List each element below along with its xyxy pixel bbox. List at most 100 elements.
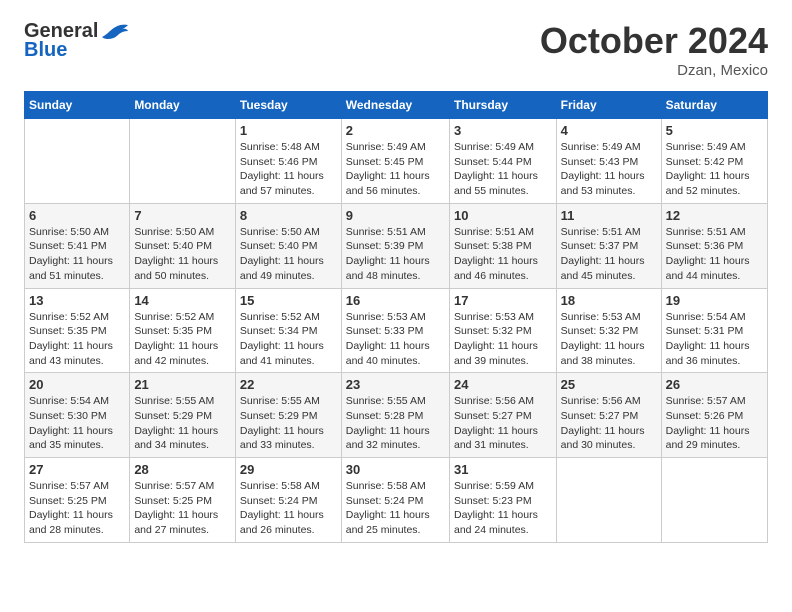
day-number: 9	[346, 208, 445, 223]
day-number: 30	[346, 462, 445, 477]
day-info: Sunrise: 5:53 AMSunset: 5:32 PMDaylight:…	[561, 310, 657, 369]
table-row: 25Sunrise: 5:56 AMSunset: 5:27 PMDayligh…	[556, 373, 661, 458]
day-info: Sunrise: 5:51 AMSunset: 5:39 PMDaylight:…	[346, 225, 445, 284]
day-number: 8	[240, 208, 337, 223]
table-row: 5 Sunrise: 5:49 AMSunset: 5:42 PMDaylight…	[661, 119, 767, 204]
day-number: 4	[561, 123, 657, 138]
day-number: 31	[454, 462, 552, 477]
calendar-header-row: Sunday Monday Tuesday Wednesday Thursday…	[25, 92, 768, 119]
day-number: 11	[561, 208, 657, 223]
day-number: 12	[666, 208, 763, 223]
table-row: 7Sunrise: 5:50 AMSunset: 5:40 PMDaylight…	[130, 203, 236, 288]
calendar-table: Sunday Monday Tuesday Wednesday Thursday…	[24, 91, 768, 543]
day-number: 3	[454, 123, 552, 138]
day-number: 24	[454, 377, 552, 392]
day-number: 29	[240, 462, 337, 477]
day-number: 6	[29, 208, 125, 223]
day-number: 16	[346, 293, 445, 308]
table-row	[25, 119, 130, 204]
table-row	[556, 458, 661, 543]
day-info: Sunrise: 5:49 AMSunset: 5:44 PMDaylight:…	[454, 140, 552, 199]
day-info: Sunrise: 5:49 AMSunset: 5:43 PMDaylight:…	[561, 140, 657, 199]
table-row: 8 Sunrise: 5:50 AMSunset: 5:40 PMDaylight…	[235, 203, 341, 288]
table-row	[661, 458, 767, 543]
table-row: 9 Sunrise: 5:51 AMSunset: 5:39 PMDaylight…	[341, 203, 449, 288]
day-number: 15	[240, 293, 337, 308]
table-row: 24 Sunrise: 5:56 AMSunset: 5:27 PMDayligh…	[449, 373, 556, 458]
table-row: 1Sunrise: 5:48 AMSunset: 5:46 PMDaylight…	[235, 119, 341, 204]
day-info: Sunrise: 5:52 AMSunset: 5:34 PMDaylight:…	[240, 310, 337, 369]
day-number: 5	[666, 123, 763, 138]
table-row: 17 Sunrise: 5:53 AMSunset: 5:32 PMDayligh…	[449, 288, 556, 373]
table-row: 21Sunrise: 5:55 AMSunset: 5:29 PMDayligh…	[130, 373, 236, 458]
table-row: 4 Sunrise: 5:49 AMSunset: 5:43 PMDaylight…	[556, 119, 661, 204]
table-row: 28Sunrise: 5:57 AMSunset: 5:25 PMDayligh…	[130, 458, 236, 543]
calendar-title: October 2024	[540, 20, 768, 62]
table-row: 29 Sunrise: 5:58 AMSunset: 5:24 PMDayligh…	[235, 458, 341, 543]
day-number: 26	[666, 377, 763, 392]
day-number: 20	[29, 377, 125, 392]
day-number: 21	[134, 377, 231, 392]
table-row: 16 Sunrise: 5:53 AMSunset: 5:33 PMDayligh…	[341, 288, 449, 373]
header-friday: Friday	[556, 92, 661, 119]
day-info: Sunrise: 5:55 AMSunset: 5:29 PMDaylight:…	[240, 394, 337, 453]
header-tuesday: Tuesday	[235, 92, 341, 119]
header-sunday: Sunday	[25, 92, 130, 119]
day-info: Sunrise: 5:54 AMSunset: 5:30 PMDaylight:…	[29, 394, 125, 453]
table-row: 31 Sunrise: 5:59 AMSunset: 5:23 PMDayligh…	[449, 458, 556, 543]
header-wednesday: Wednesday	[341, 92, 449, 119]
day-number: 23	[346, 377, 445, 392]
day-info: Sunrise: 5:49 AMSunset: 5:42 PMDaylight:…	[666, 140, 763, 199]
day-info: Sunrise: 5:57 AMSunset: 5:26 PMDaylight:…	[666, 394, 763, 453]
table-row: 30 Sunrise: 5:58 AMSunset: 5:24 PMDayligh…	[341, 458, 449, 543]
day-info: Sunrise: 5:53 AMSunset: 5:33 PMDaylight:…	[346, 310, 445, 369]
table-row	[130, 119, 236, 204]
day-number: 22	[240, 377, 337, 392]
day-info: Sunrise: 5:54 AMSunset: 5:31 PMDaylight:…	[666, 310, 763, 369]
day-info: Sunrise: 5:58 AMSunset: 5:24 PMDaylight:…	[240, 479, 337, 538]
table-row: 20 Sunrise: 5:54 AMSunset: 5:30 PMDayligh…	[25, 373, 130, 458]
day-info: Sunrise: 5:51 AMSunset: 5:37 PMDaylight:…	[561, 225, 657, 284]
day-info: Sunrise: 5:56 AMSunset: 5:27 PMDaylight:…	[454, 394, 552, 453]
logo-blue: Blue	[24, 39, 67, 62]
table-row: 23 Sunrise: 5:55 AMSunset: 5:28 PMDayligh…	[341, 373, 449, 458]
day-number: 10	[454, 208, 552, 223]
calendar-subtitle: Dzan, Mexico	[540, 62, 768, 79]
table-row: 19 Sunrise: 5:54 AMSunset: 5:31 PMDayligh…	[661, 288, 767, 373]
day-number: 1	[240, 123, 337, 138]
day-number: 17	[454, 293, 552, 308]
day-info: Sunrise: 5:58 AMSunset: 5:24 PMDaylight:…	[346, 479, 445, 538]
day-info: Sunrise: 5:50 AMSunset: 5:41 PMDaylight:…	[29, 225, 125, 284]
table-row: 22 Sunrise: 5:55 AMSunset: 5:29 PMDayligh…	[235, 373, 341, 458]
day-info: Sunrise: 5:49 AMSunset: 5:45 PMDaylight:…	[346, 140, 445, 199]
header: General Blue October 2024 Dzan, Mexico	[24, 20, 768, 79]
day-number: 13	[29, 293, 125, 308]
table-row: 6 Sunrise: 5:50 AMSunset: 5:41 PMDaylight…	[25, 203, 130, 288]
day-info: Sunrise: 5:59 AMSunset: 5:23 PMDaylight:…	[454, 479, 552, 538]
day-info: Sunrise: 5:57 AMSunset: 5:25 PMDaylight:…	[29, 479, 125, 538]
day-number: 25	[561, 377, 657, 392]
day-info: Sunrise: 5:55 AMSunset: 5:28 PMDaylight:…	[346, 394, 445, 453]
day-info: Sunrise: 5:51 AMSunset: 5:36 PMDaylight:…	[666, 225, 763, 284]
header-monday: Monday	[130, 92, 236, 119]
day-number: 7	[134, 208, 231, 223]
table-row: 14 Sunrise: 5:52 AMSunset: 5:35 PMDayligh…	[130, 288, 236, 373]
logo: General Blue	[24, 20, 130, 62]
header-thursday: Thursday	[449, 92, 556, 119]
title-block: October 2024 Dzan, Mexico	[540, 20, 768, 79]
day-info: Sunrise: 5:52 AMSunset: 5:35 PMDaylight:…	[134, 310, 231, 369]
logo-bird-icon	[100, 21, 130, 43]
day-number: 27	[29, 462, 125, 477]
day-info: Sunrise: 5:51 AMSunset: 5:38 PMDaylight:…	[454, 225, 552, 284]
day-info: Sunrise: 5:53 AMSunset: 5:32 PMDaylight:…	[454, 310, 552, 369]
table-row: 2Sunrise: 5:49 AMSunset: 5:45 PMDaylight…	[341, 119, 449, 204]
day-info: Sunrise: 5:57 AMSunset: 5:25 PMDaylight:…	[134, 479, 231, 538]
table-row: 26 Sunrise: 5:57 AMSunset: 5:26 PMDayligh…	[661, 373, 767, 458]
table-row: 12 Sunrise: 5:51 AMSunset: 5:36 PMDayligh…	[661, 203, 767, 288]
day-number: 19	[666, 293, 763, 308]
table-row: 3 Sunrise: 5:49 AMSunset: 5:44 PMDaylight…	[449, 119, 556, 204]
day-info: Sunrise: 5:52 AMSunset: 5:35 PMDaylight:…	[29, 310, 125, 369]
day-info: Sunrise: 5:50 AMSunset: 5:40 PMDaylight:…	[240, 225, 337, 284]
day-number: 14	[134, 293, 231, 308]
table-row: 10 Sunrise: 5:51 AMSunset: 5:38 PMDayligh…	[449, 203, 556, 288]
